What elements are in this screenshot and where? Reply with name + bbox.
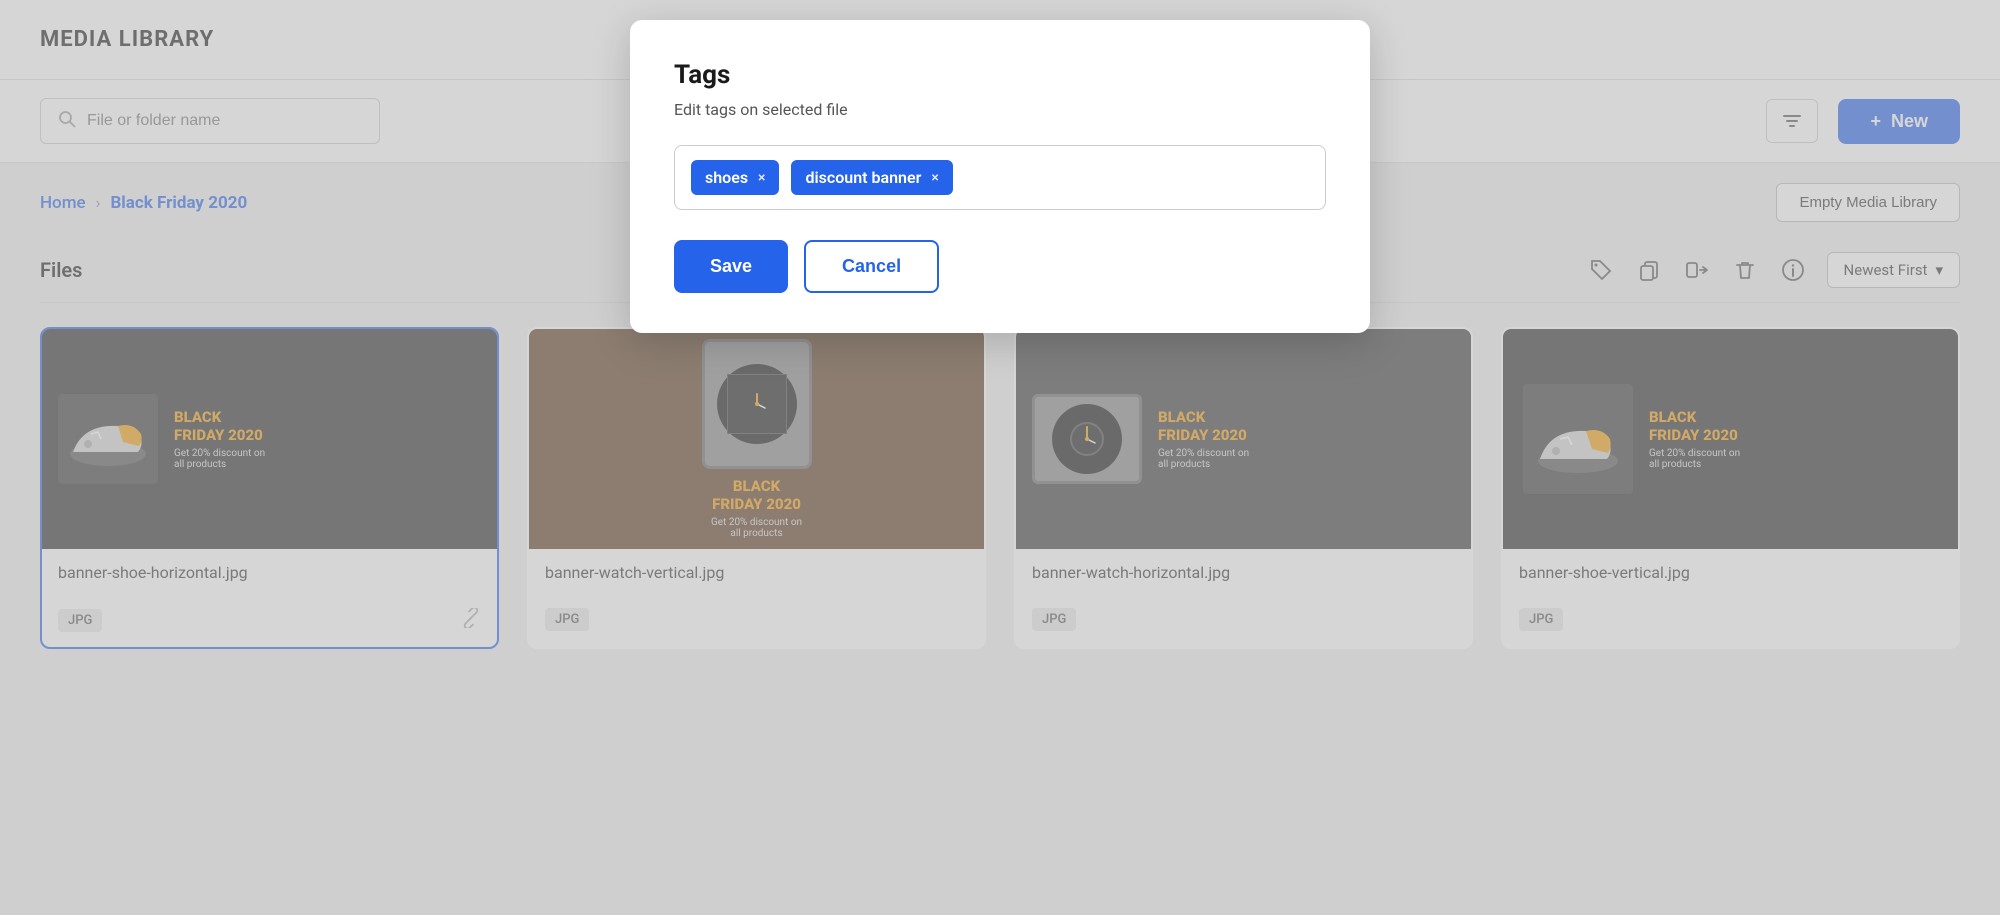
modal-overlay: Tags Edit tags on selected file shoes × … — [0, 0, 2000, 915]
tags-input-area[interactable]: shoes × discount banner × — [674, 145, 1326, 210]
modal-subtitle: Edit tags on selected file — [674, 100, 1326, 119]
tag-label-discount: discount banner — [805, 168, 921, 187]
main-container: MEDIA LIBRARY + New — [0, 0, 2000, 915]
tag-chip-discount-banner[interactable]: discount banner × — [791, 160, 952, 195]
cancel-button[interactable]: Cancel — [804, 240, 939, 293]
tag-chip-shoes[interactable]: shoes × — [691, 160, 779, 195]
tags-modal: Tags Edit tags on selected file shoes × … — [630, 20, 1370, 333]
tag-remove-shoes[interactable]: × — [758, 170, 765, 186]
tag-remove-discount[interactable]: × — [931, 170, 938, 186]
modal-actions: Save Cancel — [674, 240, 1326, 293]
save-button[interactable]: Save — [674, 240, 788, 293]
tag-label-shoes: shoes — [705, 168, 748, 187]
modal-title: Tags — [674, 60, 1326, 90]
